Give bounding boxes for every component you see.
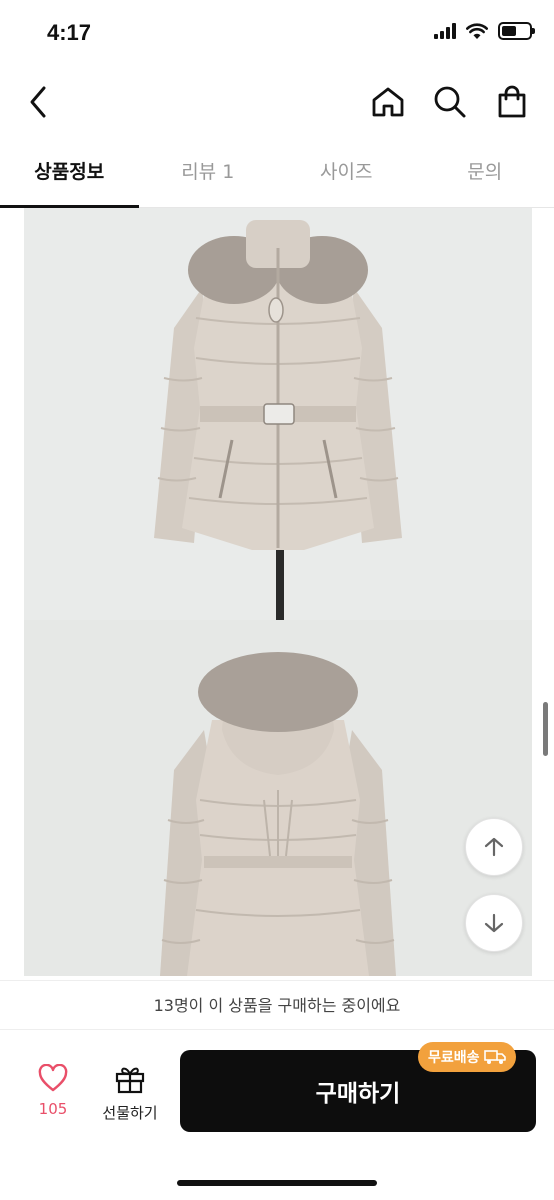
gift-label: 선물하기 — [102, 1104, 158, 1122]
like-button[interactable]: 105 — [24, 1063, 82, 1126]
status-time: 4:17 — [47, 20, 92, 45]
heart-icon — [38, 1063, 68, 1092]
free-shipping-label: 무료배송 — [428, 1050, 480, 1066]
nav-actions — [368, 80, 532, 124]
bottom-action-bar: 105 선물하기 구매하기 무료배송 — [0, 1030, 554, 1200]
chevron-left-icon — [30, 86, 46, 118]
status-icons — [434, 22, 535, 40]
truck-icon — [483, 1050, 506, 1064]
free-shipping-badge: 무료배송 — [418, 1042, 516, 1072]
home-button[interactable] — [368, 80, 408, 124]
arrow-up-icon — [484, 837, 504, 857]
nav-bar — [0, 64, 554, 140]
home-indicator[interactable] — [177, 1180, 377, 1186]
battery-icon — [498, 22, 535, 40]
tab-size[interactable]: 사이즈 — [277, 140, 416, 207]
arrow-down-icon — [484, 913, 504, 933]
search-button[interactable] — [430, 80, 470, 124]
cart-button[interactable] — [492, 80, 532, 124]
product-image-front — [24, 208, 532, 620]
wifi-icon — [466, 22, 488, 39]
search-icon — [434, 86, 466, 118]
cellular-signal-icon — [434, 23, 456, 39]
tab-reviews[interactable]: 리뷰 1 — [139, 140, 278, 207]
like-count: 105 — [38, 1100, 68, 1118]
gift-button[interactable]: 선물하기 — [96, 1064, 164, 1126]
product-images — [24, 208, 532, 976]
shopping-bag-icon — [498, 85, 526, 118]
scrollbar[interactable] — [543, 702, 548, 756]
scroll-up-button[interactable] — [465, 818, 523, 876]
tab-product-info[interactable]: 상품정보 — [0, 140, 139, 208]
status-bar: 4:17 — [0, 0, 554, 64]
buying-now-banner: 13명이 이 상품을 구매하는 중이에요 — [0, 980, 554, 1030]
home-icon — [372, 87, 404, 117]
tab-inquiry[interactable]: 문의 — [416, 140, 554, 207]
product-tabs: 상품정보 리뷰 1 사이즈 문의 — [0, 140, 554, 208]
gift-icon — [115, 1067, 145, 1094]
back-button[interactable] — [18, 80, 58, 124]
scroll-down-button[interactable] — [465, 894, 523, 952]
product-image-back — [24, 620, 532, 976]
